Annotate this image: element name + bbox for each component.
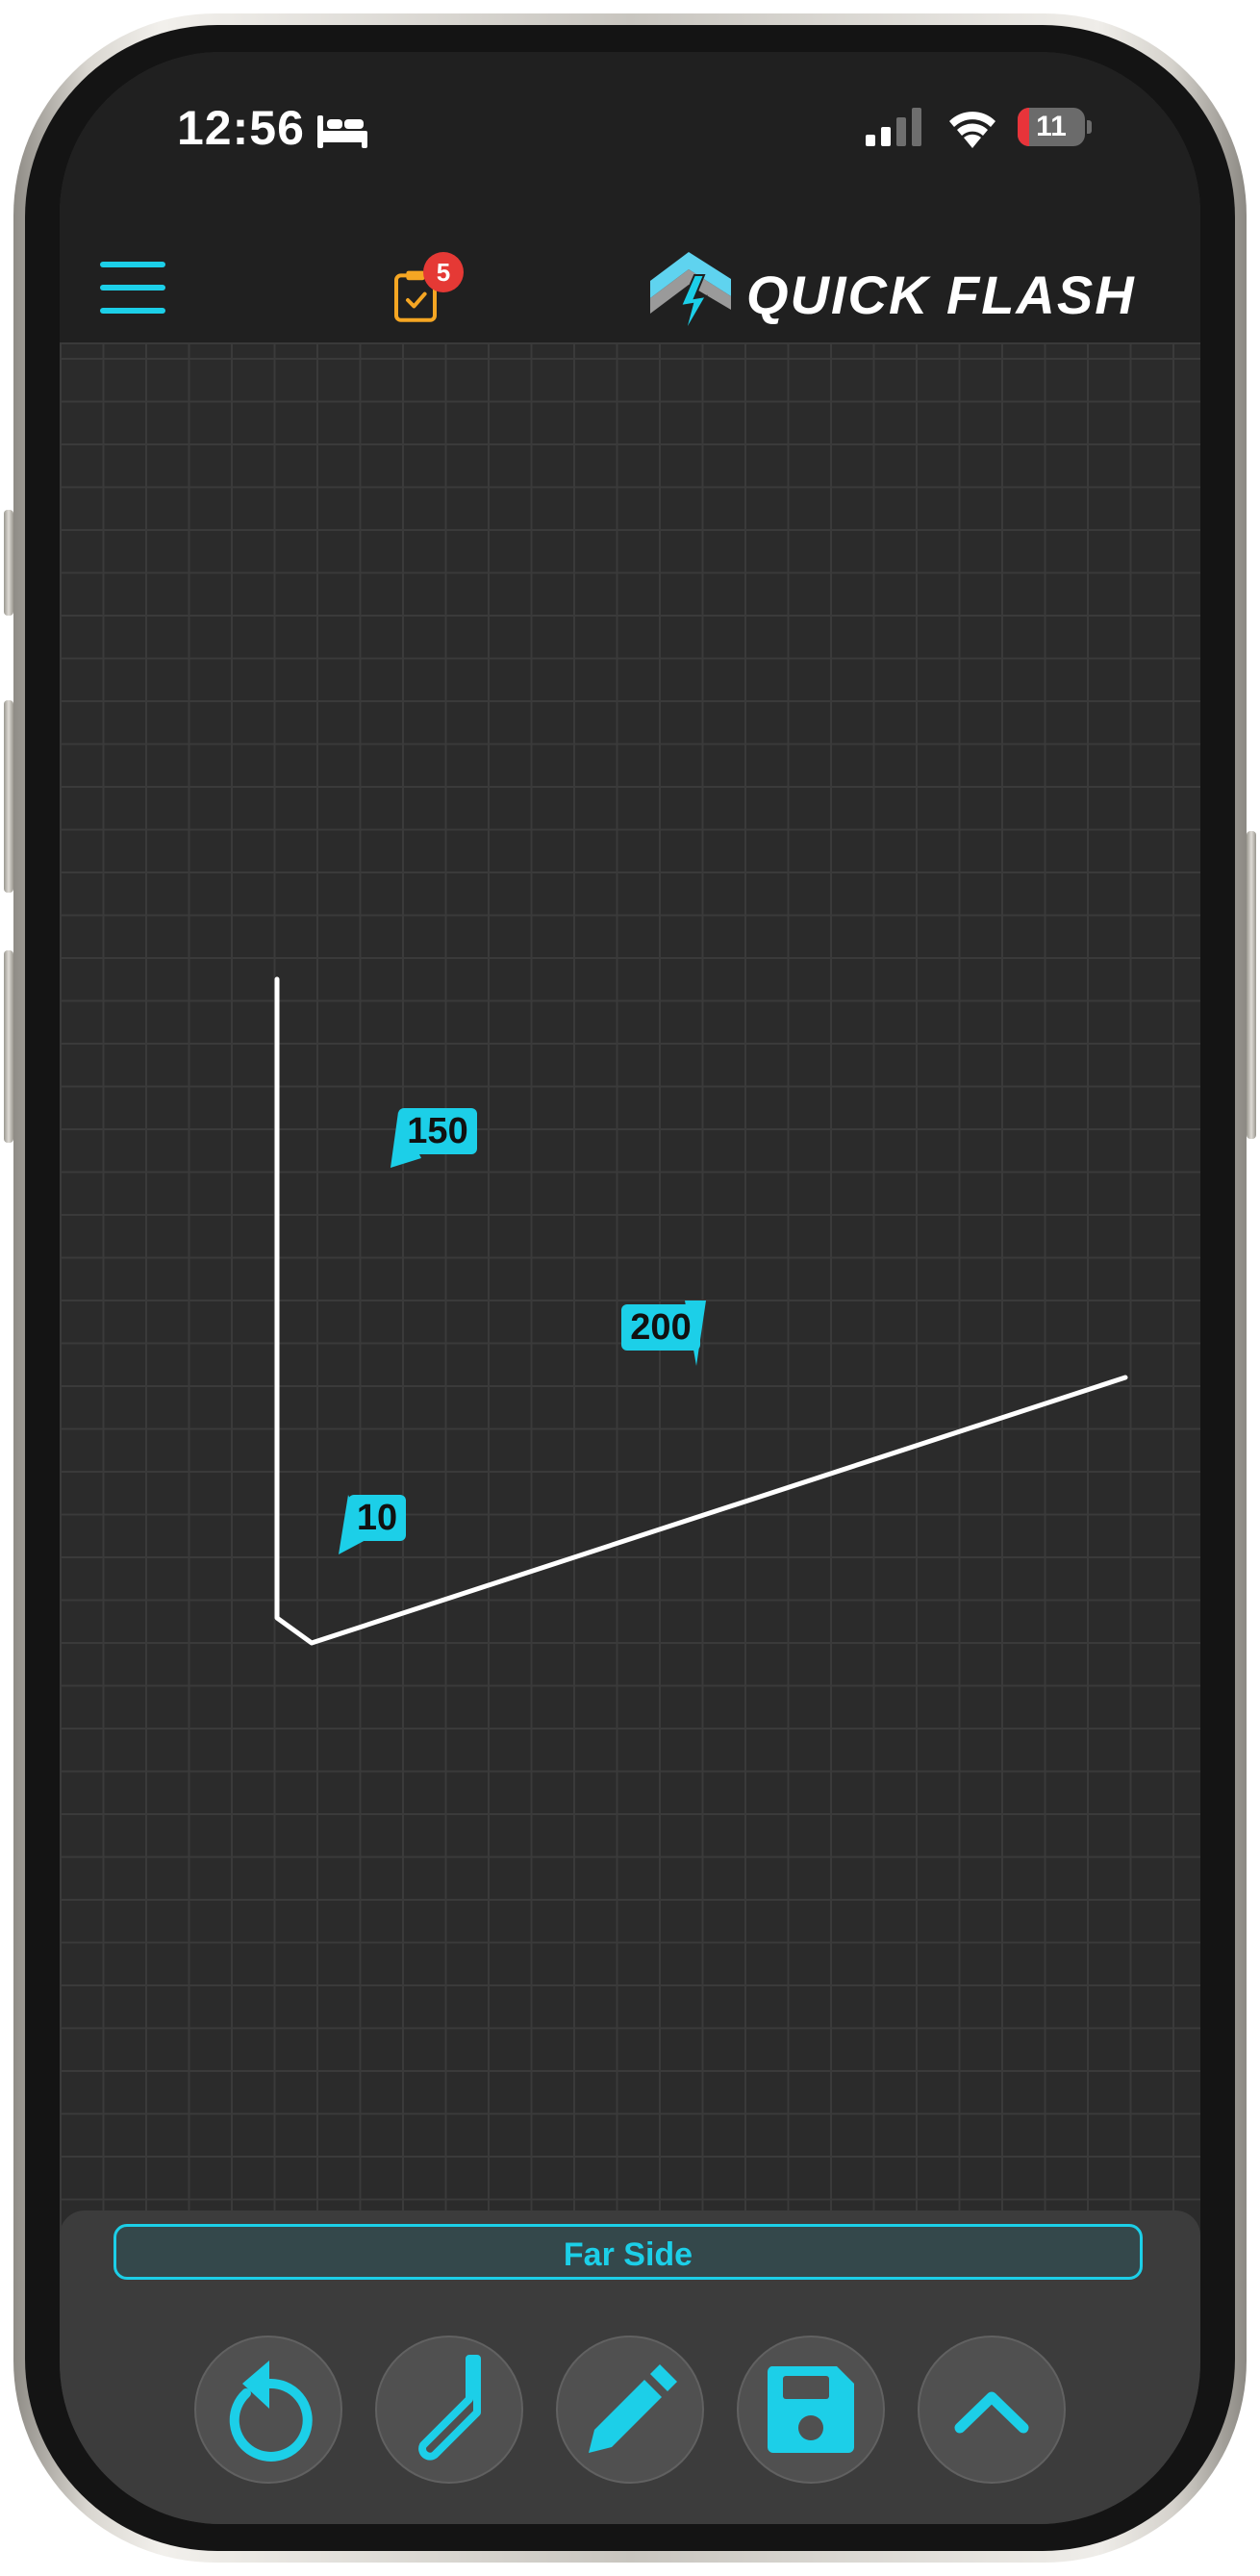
edit-button[interactable] <box>556 2336 704 2484</box>
brand-name: QUICK FLASH <box>746 265 1136 325</box>
quick-flash-logo-icon <box>650 252 731 334</box>
battery-tip <box>1087 120 1092 134</box>
battery-indicator: 11 <box>1018 108 1092 146</box>
brand: QUICK FLASH <box>646 246 1185 339</box>
cellular-signal-icon <box>866 108 921 146</box>
bed-icon <box>317 115 367 148</box>
hamburger-menu-icon[interactable] <box>100 262 165 314</box>
device-frame: 12:56 11 5 QUICK FLASH 150 200 10 Far Si… <box>0 0 1260 2576</box>
drawing-canvas[interactable]: 150 200 10 <box>60 344 1200 2264</box>
bottom-toolbar: Far Side <box>60 2210 1200 2524</box>
battery-level: 11 <box>1036 111 1067 142</box>
undo-button[interactable] <box>194 2336 342 2484</box>
save-button[interactable] <box>737 2336 885 2484</box>
undo-icon <box>229 2361 313 2462</box>
mute-switch <box>4 510 13 616</box>
app-header: 5 QUICK FLASH <box>60 196 1200 344</box>
pencil-icon <box>589 2364 677 2453</box>
tasks-badge: 5 <box>423 252 464 292</box>
app-screen: 12:56 11 5 QUICK FLASH 150 200 10 Far Si… <box>60 52 1200 2524</box>
menu-bar-middle <box>100 285 165 290</box>
dimension-label-10[interactable]: 10 <box>348 1495 406 1541</box>
bend-icon <box>418 2355 481 2461</box>
volume-down-button <box>4 950 13 1143</box>
volume-up-button <box>4 700 13 893</box>
wifi-icon <box>949 112 995 148</box>
tasks-button[interactable]: 5 <box>387 252 473 329</box>
status-bar: 12:56 11 <box>60 52 1200 196</box>
side-selector[interactable]: Far Side <box>113 2224 1143 2280</box>
bend-tool-button[interactable] <box>375 2336 523 2484</box>
dimension-label-200[interactable]: 200 <box>621 1304 700 1351</box>
chevron-up-icon <box>954 2391 1029 2434</box>
power-button <box>1247 831 1256 1139</box>
menu-bar-top <box>100 262 165 267</box>
dimension-label-150[interactable]: 150 <box>398 1108 477 1154</box>
expand-button[interactable] <box>918 2336 1066 2484</box>
battery-body: 11 <box>1018 108 1085 146</box>
save-icon <box>767 2366 854 2453</box>
status-time: 12:56 <box>177 101 305 155</box>
menu-bar-bottom <box>100 308 165 314</box>
